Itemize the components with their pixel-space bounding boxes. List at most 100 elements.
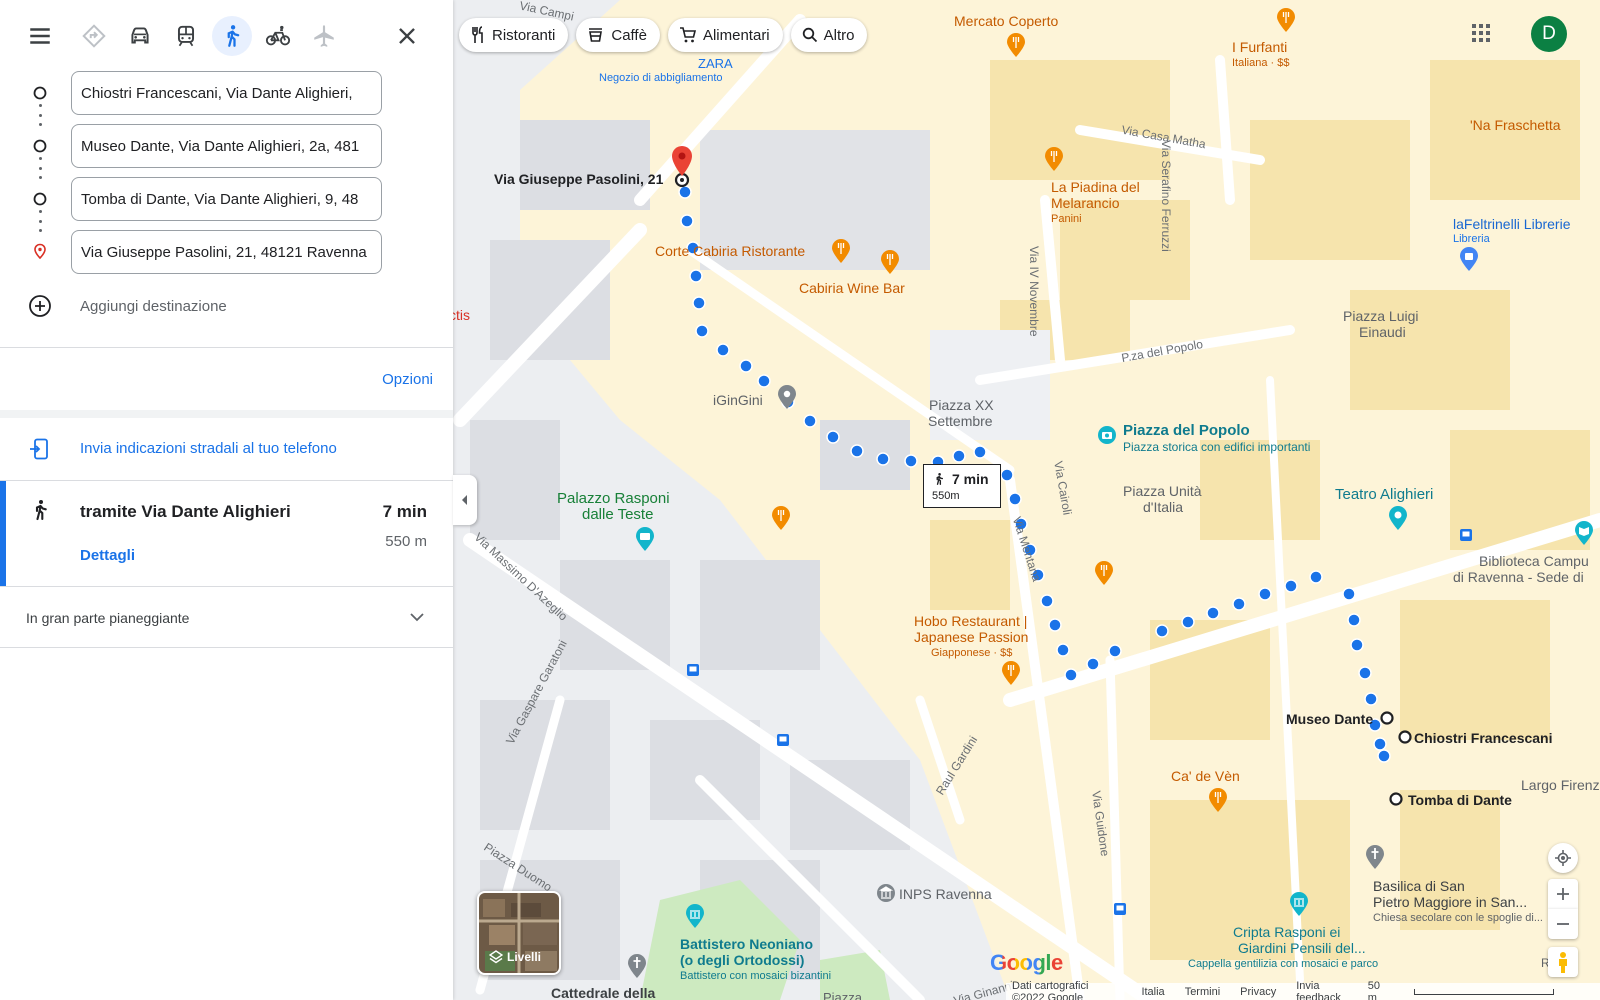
- restaurant-pin-icon[interactable]: [1208, 787, 1228, 813]
- destination-pin-icon: [34, 243, 46, 260]
- camera-pin-icon[interactable]: [1097, 425, 1117, 445]
- plus-icon: [1557, 888, 1569, 900]
- privacy-link[interactable]: Privacy: [1240, 986, 1276, 998]
- layers-toggle[interactable]: Livelli: [477, 891, 561, 975]
- pegman-icon: [1559, 952, 1567, 973]
- chip-alimentari[interactable]: Alimentari: [667, 18, 783, 52]
- route-option[interactable]: tramite Via Dante Alighieri 7 min 550 m …: [0, 481, 453, 586]
- route-summary-callout[interactable]: 7 min 550m: [923, 464, 1001, 508]
- waypoint-circle-icon: [33, 139, 47, 153]
- directions-panel: Aggiungi destinazione Opzioni Invia indi…: [0, 0, 453, 1000]
- my-location-button[interactable]: [1548, 843, 1578, 873]
- poi-label: Piazza del Popolo: [1123, 422, 1250, 439]
- museum-pin-icon[interactable]: [685, 903, 705, 929]
- map-canvas[interactable]: Ristoranti Caffè Alimentari Altro D Via …: [453, 0, 1600, 1000]
- send-to-phone-button[interactable]: Invia indicazioni stradali al tuo telefo…: [0, 418, 453, 480]
- stop-input-4[interactable]: [71, 230, 382, 274]
- add-destination-label: Aggiungi destinazione: [80, 298, 227, 315]
- camera-pin-icon[interactable]: [635, 526, 655, 552]
- poi-label: Pietro Maggiore in San...: [1373, 894, 1528, 910]
- restaurant-pin-icon[interactable]: [1044, 146, 1064, 172]
- restaurant-pin-icon[interactable]: [1001, 660, 1021, 686]
- theater-pin-icon[interactable]: [1388, 505, 1408, 531]
- close-directions-button[interactable]: [387, 16, 427, 56]
- walk-icon: [227, 25, 240, 47]
- walk-icon: [35, 500, 47, 521]
- feedback-link[interactable]: Invia feedback: [1296, 980, 1348, 1000]
- route-details-link[interactable]: Dettagli: [80, 547, 135, 564]
- place-label: Piazza XX: [929, 397, 994, 413]
- account-avatar[interactable]: D: [1531, 16, 1567, 52]
- shopping-pin-icon[interactable]: [1459, 246, 1479, 272]
- chip-label: Caffè: [611, 26, 647, 44]
- street-label: Via IV Novembre: [1027, 246, 1041, 337]
- options-link[interactable]: Opzioni: [382, 371, 433, 388]
- poi-label: INPS Ravenna: [899, 886, 992, 902]
- mode-cycling[interactable]: [258, 16, 298, 56]
- send-to-phone-label: Invia indicazioni stradali al tuo telefo…: [80, 440, 337, 457]
- close-icon: [399, 28, 415, 44]
- museum-pin-icon[interactable]: [1289, 891, 1309, 917]
- menu-icon: [30, 28, 50, 44]
- bus-stop-icon[interactable]: [776, 733, 790, 747]
- restaurant-pin-icon[interactable]: [1006, 32, 1026, 58]
- apps-grid-icon[interactable]: [1470, 22, 1492, 44]
- layers-icon: [489, 950, 503, 964]
- chip-ristoranti[interactable]: Ristoranti: [459, 18, 569, 52]
- restaurant-pin-icon[interactable]: [771, 505, 791, 531]
- bus-stop-icon[interactable]: [686, 663, 700, 677]
- poi-label: Basilica di San: [1373, 878, 1465, 894]
- restaurant-pin-icon[interactable]: [1094, 560, 1114, 586]
- poi-label: ctis: [453, 307, 470, 323]
- add-destination-button[interactable]: Aggiungi destinazione: [0, 286, 453, 326]
- church-pin-icon[interactable]: [1365, 844, 1385, 870]
- my-location-icon: [1555, 850, 1571, 866]
- map-scale[interactable]: 50 m: [1368, 980, 1574, 1000]
- restaurant-pin-icon[interactable]: [1276, 7, 1296, 33]
- mode-driving[interactable]: [120, 16, 160, 56]
- bus-stop-icon[interactable]: [1459, 528, 1473, 542]
- place-pin-icon[interactable]: [777, 384, 797, 410]
- stop-input-2[interactable]: [71, 124, 382, 168]
- church-pin-icon[interactable]: [627, 953, 647, 979]
- poi-label: Japanese Passion: [914, 629, 1029, 645]
- mode-walking[interactable]: [212, 16, 252, 56]
- poi-label: Palazzo Rasponi: [557, 490, 670, 507]
- coffee-icon: [589, 28, 603, 42]
- stop-row: [0, 176, 453, 232]
- restaurant-pin-icon[interactable]: [880, 249, 900, 275]
- street-view-pegman[interactable]: [1548, 947, 1578, 977]
- mode-transit[interactable]: [166, 16, 206, 56]
- government-pin-icon[interactable]: [876, 883, 896, 903]
- collapse-panel-button[interactable]: [453, 475, 477, 525]
- menu-button[interactable]: [20, 16, 60, 56]
- terms-link[interactable]: Termini: [1185, 986, 1220, 998]
- poi-label: dalle Teste: [582, 506, 654, 523]
- poi-label: Cattedrale della: [551, 985, 656, 1000]
- terrain-label: In gran parte pianeggiante: [26, 610, 190, 626]
- search-icon: [802, 27, 817, 43]
- poi-label: laFeltrinelli Librerie: [1453, 216, 1571, 232]
- terrain-expander[interactable]: In gran parte pianeggiante: [0, 587, 453, 647]
- zoom-in-button[interactable]: [1548, 879, 1578, 909]
- poi-label: Libreria: [1453, 233, 1490, 245]
- zoom-out-button[interactable]: [1548, 909, 1578, 939]
- bus-stop-icon[interactable]: [1113, 902, 1127, 916]
- restaurant-pin-icon[interactable]: [831, 238, 851, 264]
- place-label: Settembre: [928, 413, 993, 429]
- chip-caffe[interactable]: Caffè: [576, 18, 660, 52]
- stop-row: [0, 70, 453, 126]
- destination-label: Via Giuseppe Pasolini, 21: [494, 171, 664, 187]
- waypoint-label: Chiostri Francescani: [1414, 730, 1553, 746]
- library-pin-icon[interactable]: [1574, 520, 1594, 546]
- place-label: Einaudi: [1359, 324, 1406, 340]
- chip-altro[interactable]: Altro: [790, 18, 868, 52]
- stop-input-1[interactable]: [71, 71, 382, 115]
- stop-input-3[interactable]: [71, 177, 382, 221]
- mode-best-route[interactable]: [74, 16, 114, 56]
- route-duration: 7 min: [382, 502, 427, 521]
- add-circle-icon: [29, 295, 51, 317]
- mode-flights[interactable]: [304, 16, 344, 56]
- divider: [0, 347, 453, 348]
- country-link[interactable]: Italia: [1141, 986, 1164, 998]
